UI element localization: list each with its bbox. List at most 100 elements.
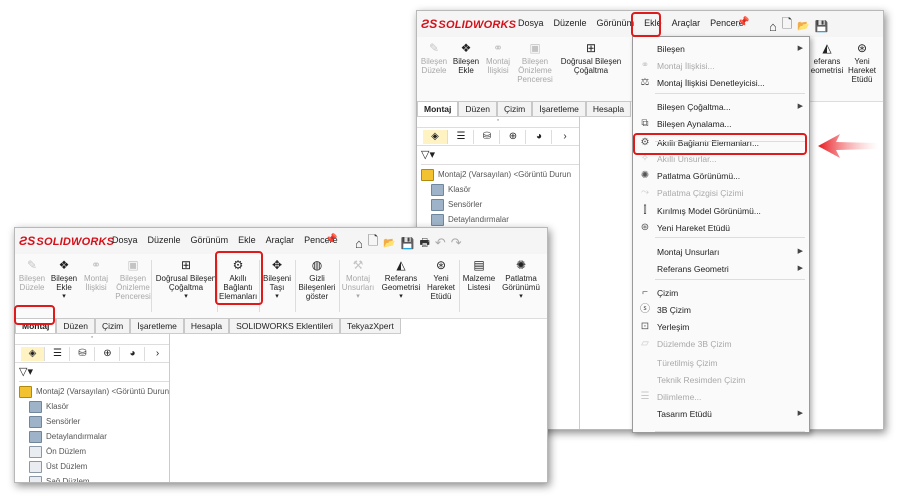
tab-hesapla[interactable]: Hesapla	[183, 318, 230, 333]
home-icon[interactable]: ⌂	[355, 236, 363, 251]
save-icon[interactable]: 💾	[401, 237, 415, 250]
configurationmanager-tab-icon[interactable]: ⛁	[71, 346, 95, 361]
exploded-view-button[interactable]: ✺ Patlatma Görünümü ▾	[501, 258, 541, 301]
dropdown-arrow-icon[interactable]: ▾	[501, 292, 541, 301]
new-document-icon[interactable]: 🗋	[782, 15, 792, 37]
dropdown-arrow-icon[interactable]: ▾	[49, 292, 79, 301]
insert-menu-item[interactable]: ⌐ Çizim	[633, 285, 809, 301]
insert-component-button[interactable]: ❖ Bileşen Ekle	[451, 41, 481, 75]
insert-menu-item[interactable]: ⓢ 3B Çizim	[633, 302, 809, 318]
more-tabs-icon[interactable]: ›	[146, 347, 169, 361]
display-manager-tab-icon[interactable]: ◕	[527, 129, 552, 144]
tab-hesapla[interactable]: Hesapla	[585, 101, 632, 116]
tab--izim[interactable]: Çizim	[496, 101, 533, 116]
menu-item-ekle[interactable]: Ekle	[233, 235, 261, 245]
open-folder-icon[interactable]: 📂	[797, 21, 809, 32]
insert-menu-item[interactable]: ⫿ Kırılmış Model Görünümü...	[633, 203, 809, 219]
insert-menu-item[interactable]: Türetilmiş Çizim	[633, 355, 809, 371]
tree-item[interactable]: Montaj2 (Varsayılan) <Görüntü Durun	[417, 167, 579, 182]
tree-item[interactable]: Sensörler	[417, 197, 579, 212]
insert-menu-item[interactable]: Bileşen ▶	[633, 41, 809, 57]
tree-item[interactable]: Detaylandırmalar	[417, 212, 579, 227]
menu-item-d-zenle[interactable]: Düzenle	[549, 18, 592, 28]
motion-study-button[interactable]: ⊛ Yeni Hareket Etüdü	[845, 41, 879, 84]
new-document-icon[interactable]: 🗋	[368, 232, 378, 254]
configurationmanager-tab-icon[interactable]: ⛁	[475, 129, 500, 144]
tree-item[interactable]: Montaj2 (Varsayılan) <Görüntü Durun	[15, 384, 169, 399]
insert-menu-item[interactable]: ▱ Düzlemde 3B Çizim	[633, 336, 809, 352]
motion-study-button[interactable]: ⊛ Yeni Hareket Etüdü	[425, 258, 457, 301]
insert-menu-item[interactable]: Referans Geometri ▶	[633, 261, 809, 277]
edit-component-button[interactable]: ✎ Bileşen Düzele	[17, 258, 47, 292]
insert-menu-item[interactable]: Teknik Resimden Çizim	[633, 372, 809, 388]
reference-geometry-button[interactable]: ◭ eferans eometrisi	[807, 41, 847, 75]
dropdown-arrow-icon[interactable]: ▾	[261, 292, 293, 301]
tab-d-zen[interactable]: Düzen	[458, 101, 497, 116]
filter-icon[interactable]: ▽▾	[19, 365, 169, 382]
insert-menu-item[interactable]: ✺ Patlatma Görünümü...	[633, 168, 809, 184]
menu-item-ara-lar[interactable]: Araçlar	[667, 18, 706, 28]
tab-i-aretleme[interactable]: İşaretleme	[532, 101, 586, 116]
tree-item[interactable]: Ön Düzlem	[15, 444, 169, 459]
assembly-features-button[interactable]: ⚒ Montaj Unsurları ▾	[341, 258, 375, 301]
tree-item[interactable]: Klasör	[417, 182, 579, 197]
insert-component-button[interactable]: ❖ Bileşen Ekle ▾	[49, 258, 79, 301]
insert-menu-item[interactable]: ⚭ Montaj İlişkisi...	[633, 58, 809, 74]
dropdown-arrow-icon[interactable]: ▾	[341, 292, 375, 301]
edit-component-button[interactable]: ✎ Bileşen Düzele	[419, 41, 449, 75]
propertymanager-tab-icon[interactable]: ☰	[46, 346, 70, 361]
tab-solidworks-eklentileri[interactable]: SOLIDWORKS Eklentileri	[229, 318, 340, 333]
save-icon[interactable]: 💾	[815, 20, 829, 33]
tree-item[interactable]: Sensörler	[15, 414, 169, 429]
tab-montaj[interactable]: Montaj	[417, 101, 459, 116]
tree-item[interactable]: Detaylandırmalar	[15, 429, 169, 444]
menu-item-d-zenle[interactable]: Düzenle	[143, 235, 186, 245]
dropdown-arrow-icon[interactable]: ▾	[155, 292, 217, 301]
linear-pattern-button[interactable]: ⊞ Doğrusal Bileşen Çoğaltma	[559, 41, 623, 75]
mate-button[interactable]: ⚭ Montaj İlişkisi	[483, 41, 513, 75]
featuremanager-tab-icon[interactable]: ◈	[21, 346, 45, 361]
bom-button[interactable]: ▤ Malzeme Listesi	[461, 258, 497, 292]
filter-icon[interactable]: ▽▾	[421, 148, 579, 165]
tab-tekyazxpert[interactable]: TekyazXpert	[339, 318, 401, 333]
menu-item-dosya[interactable]: Dosya	[107, 235, 143, 245]
display-manager-tab-icon[interactable]: ◕	[121, 346, 145, 361]
menu-item-ara-lar[interactable]: Araçlar	[261, 235, 300, 245]
tree-item[interactable]: Üst Düzlem	[15, 459, 169, 474]
insert-menu-item[interactable]: Bileşen Çoğaltma... ▶	[633, 99, 809, 115]
pin-icon[interactable]: 📌	[737, 17, 749, 28]
more-tabs-icon[interactable]: ›	[553, 130, 577, 144]
collapse-handle-icon[interactable]: ◦	[417, 117, 579, 128]
insert-menu-item[interactable]: ⤳ Patlatma Çizgisi Çizimi	[633, 185, 809, 201]
menu-item-g-r-n-m[interactable]: Görünüm	[186, 235, 234, 245]
insert-menu-item[interactable]: ☰ Dilimleme...	[633, 389, 809, 405]
mate-button[interactable]: ⚭ Montaj İlişkisi	[81, 258, 111, 292]
dimxpert-tab-icon[interactable]: ⊕	[501, 129, 526, 144]
insert-menu-item[interactable]: ⊛ Yeni Hareket Etüdü	[633, 220, 809, 236]
insert-menu-item[interactable]: ⊡ Yerleşim	[633, 319, 809, 335]
linear-pattern-button[interactable]: ⊞ Doğrusal Bileşen Çoğaltma ▾	[155, 258, 217, 301]
dimxpert-tab-icon[interactable]: ⊕	[96, 346, 120, 361]
reference-geometry-button[interactable]: ◭ Referans Geometrisi ▾	[379, 258, 423, 301]
insert-menu-item[interactable]: Tasarım Etüdü ▶	[633, 406, 809, 422]
dropdown-arrow-icon[interactable]: ▾	[379, 292, 423, 301]
tree-item[interactable]: Klasör	[15, 399, 169, 414]
open-folder-icon[interactable]: 📂	[383, 238, 395, 249]
tree-item[interactable]: Sağ Düzlem	[15, 474, 169, 482]
collapse-handle-icon[interactable]: ◦	[15, 334, 169, 345]
tab-i-aretleme[interactable]: İşaretleme	[130, 318, 184, 333]
insert-menu-item[interactable]: ⧉ Bileşen Aynalama...	[633, 116, 809, 132]
pin-icon[interactable]: 📌	[325, 234, 337, 245]
menu-item-dosya[interactable]: Dosya	[513, 18, 549, 28]
undo-icon[interactable]: ↶	[435, 235, 446, 251]
redo-icon[interactable]: ↷	[451, 235, 462, 251]
tab-d-zen[interactable]: Düzen	[56, 318, 95, 333]
preview-window-button[interactable]: ▣ Bileşen Önizleme Penceresi	[515, 41, 555, 84]
propertymanager-tab-icon[interactable]: ☰	[449, 129, 474, 144]
insert-menu-item[interactable]: ⚖ Montaj İlişkisi Denetleyicisi...	[633, 75, 809, 91]
preview-window-button[interactable]: ▣ Bileşen Önizleme Penceresi	[113, 258, 153, 301]
move-component-button[interactable]: ✥ Bileşeni Taşı ▾	[261, 258, 293, 301]
show-hidden-button[interactable]: ◍ Gizli Bileşenleri göster	[297, 258, 337, 301]
home-icon[interactable]: ⌂	[769, 19, 777, 34]
featuremanager-tab-icon[interactable]: ◈	[423, 129, 448, 144]
